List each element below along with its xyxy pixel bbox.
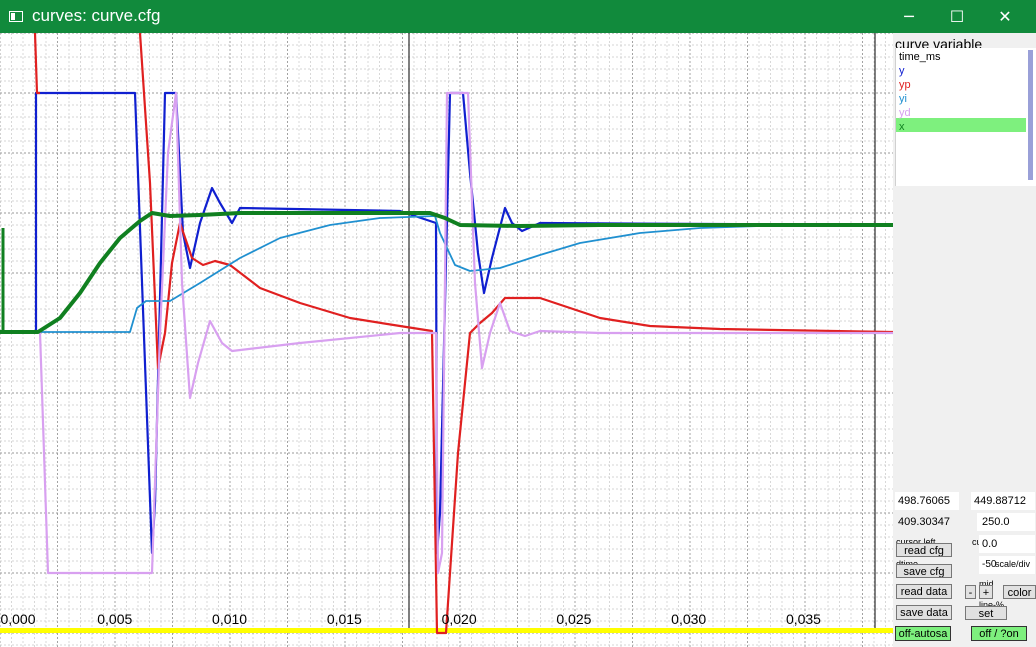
save-cfg-button[interactable]: save cfg bbox=[896, 564, 952, 578]
plus-button[interactable]: + bbox=[979, 585, 993, 599]
x-tick-label: 0,025 bbox=[556, 611, 591, 627]
x-tick-label: 0,015 bbox=[327, 611, 362, 627]
read-data-button[interactable]: read data bbox=[896, 584, 952, 599]
control-panel: curve variable time_ms y yp yi yd x 498.… bbox=[893, 33, 1036, 647]
cursor-left-value: 498.76065 bbox=[898, 495, 950, 507]
color-button[interactable]: color bbox=[1003, 585, 1036, 599]
x-tick-label: 0,005 bbox=[97, 611, 132, 627]
cursor-right-value: 449.88712 bbox=[974, 495, 1026, 507]
variable-item-yi[interactable]: yi bbox=[899, 92, 907, 106]
minus-button[interactable]: - bbox=[965, 585, 976, 599]
read-cfg-button[interactable]: read cfg bbox=[896, 543, 952, 557]
variable-item-yp[interactable]: yp bbox=[899, 78, 911, 92]
curve-plot[interactable]: 0,000 0,005 0,010 0,015 0,020 0,025 0,030 0,035 bbox=[0, 33, 893, 647]
x-tick-label: 0,000 bbox=[0, 611, 35, 627]
app-window-icon bbox=[9, 11, 23, 22]
x-tick-label: 0,035 bbox=[786, 611, 821, 627]
x-tick-labels: 0,000 0,005 0,010 0,015 0,020 0,025 0,030 0,035 bbox=[0, 611, 821, 627]
x-tick-label: 0,020 bbox=[442, 611, 477, 627]
autosave-toggle[interactable]: off-autosa bbox=[895, 626, 951, 641]
minimize-button[interactable]: ─ bbox=[886, 0, 932, 33]
variable-item-x[interactable]: x bbox=[899, 120, 905, 134]
set-button[interactable]: set bbox=[965, 606, 1007, 620]
variable-item-y[interactable]: y bbox=[899, 64, 905, 78]
offset-value: 0.0 bbox=[982, 538, 998, 550]
scale-value: 250.0 bbox=[982, 516, 1010, 528]
close-button[interactable]: ✕ bbox=[982, 0, 1028, 33]
scale-div-label: scale/div bbox=[995, 559, 1031, 569]
variable-item-time-ms[interactable]: time_ms bbox=[899, 50, 941, 64]
title-bar: curves: curve.cfg ─ ☐ ✕ bbox=[0, 0, 1036, 33]
x-tick-label: 0,030 bbox=[671, 611, 706, 627]
on-off-toggle[interactable]: off / ?on bbox=[971, 626, 1027, 641]
plot-canvas[interactable]: 0,000 0,005 0,010 0,015 0,020 0,025 0,030 0,035 bbox=[0, 33, 893, 647]
window-title: curves: curve.cfg bbox=[32, 6, 161, 25]
dtime-value: 409.30347 bbox=[898, 516, 950, 528]
selected-variable-highlight bbox=[896, 118, 1026, 132]
variable-item-yd[interactable]: yd bbox=[899, 106, 911, 120]
variable-list-scrollbar[interactable] bbox=[1028, 50, 1033, 180]
x-tick-label: 0,010 bbox=[212, 611, 247, 627]
curve-variable-list[interactable]: time_ms y yp yi yd x bbox=[895, 48, 1036, 186]
save-data-button[interactable]: save data bbox=[896, 605, 952, 620]
maximize-button[interactable]: ☐ bbox=[934, 0, 980, 33]
